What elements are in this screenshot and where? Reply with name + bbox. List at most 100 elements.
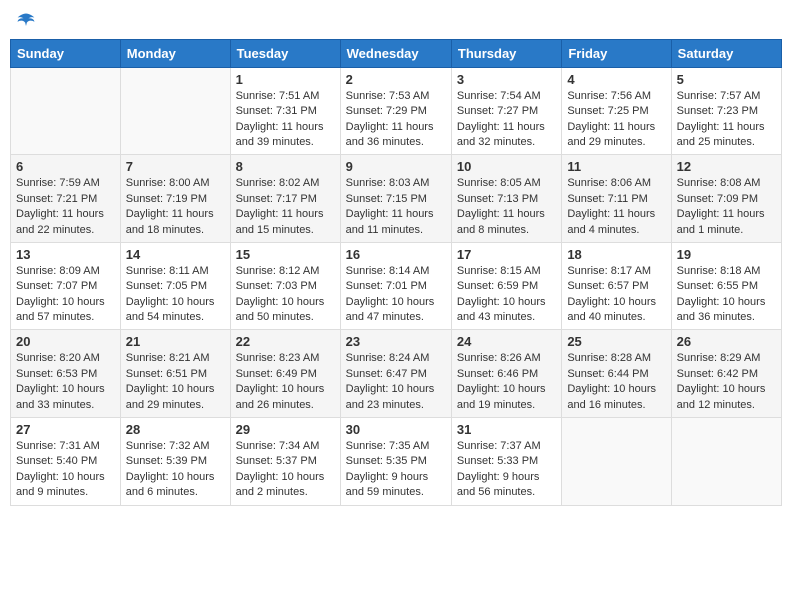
day-number: 24 [457,334,556,349]
day-number: 20 [16,334,115,349]
calendar-cell: 19 Sunrise: 8:18 AM Sunset: 6:55 PM Dayli… [671,242,781,330]
calendar-week-row: 27 Sunrise: 7:31 AM Sunset: 5:40 PM Dayli… [11,418,782,506]
weekday-header-saturday: Saturday [671,39,781,67]
weekday-header-row: SundayMondayTuesdayWednesdayThursdayFrid… [11,39,782,67]
calendar-table: SundayMondayTuesdayWednesdayThursdayFrid… [10,39,782,506]
day-number: 28 [126,422,225,437]
day-info: Sunrise: 7:31 AM Sunset: 5:40 PM Dayligh… [16,439,115,501]
day-number: 27 [16,422,115,437]
day-number: 4 [567,72,665,87]
day-info: Sunrise: 8:28 AM Sunset: 6:44 PM Dayligh… [567,351,665,413]
calendar-cell: 22 Sunrise: 8:23 AM Sunset: 6:49 PM Dayli… [230,330,340,418]
calendar-cell: 21 Sunrise: 8:21 AM Sunset: 6:51 PM Dayli… [120,330,230,418]
calendar-cell: 10 Sunrise: 8:05 AM Sunset: 7:13 PM Dayli… [451,155,561,243]
page-header [10,10,782,31]
calendar-cell: 9 Sunrise: 8:03 AM Sunset: 7:15 PM Daylig… [340,155,451,243]
day-number: 7 [126,159,225,174]
calendar-cell: 2Sunrise: 7:53 AM Sunset: 7:29 PM Daylig… [340,67,451,155]
day-info: Sunrise: 8:05 AM Sunset: 7:13 PM Dayligh… [457,176,556,238]
calendar-cell: 7Sunrise: 8:00 AM Sunset: 7:19 PM Daylig… [120,155,230,243]
day-number: 25 [567,334,665,349]
day-info: Sunrise: 8:08 AM Sunset: 7:09 PM Dayligh… [677,176,776,238]
day-number: 11 [567,159,665,174]
calendar-cell: 14 Sunrise: 8:11 AM Sunset: 7:05 PM Dayli… [120,242,230,330]
calendar-cell: 24 Sunrise: 8:26 AM Sunset: 6:46 PM Dayli… [451,330,561,418]
day-info: Sunrise: 8:18 AM Sunset: 6:55 PM Dayligh… [677,264,776,326]
day-number: 5 [677,72,776,87]
day-info: Sunrise: 8:17 AM Sunset: 6:57 PM Dayligh… [567,264,665,326]
day-info: Sunrise: 8:23 AM Sunset: 6:49 PM Dayligh… [236,351,335,413]
day-number: 29 [236,422,335,437]
day-info: Sunrise: 7:56 AM Sunset: 7:25 PM Dayligh… [567,89,665,151]
calendar-cell: 16 Sunrise: 8:14 AM Sunset: 7:01 PM Dayli… [340,242,451,330]
weekday-header-sunday: Sunday [11,39,121,67]
day-number: 10 [457,159,556,174]
calendar-cell: 1Sunrise: 7:51 AM Sunset: 7:31 PM Daylig… [230,67,340,155]
day-info: Sunrise: 8:02 AM Sunset: 7:17 PM Dayligh… [236,176,335,238]
calendar-week-row: 1Sunrise: 7:51 AM Sunset: 7:31 PM Daylig… [11,67,782,155]
day-number: 9 [346,159,446,174]
weekday-header-monday: Monday [120,39,230,67]
day-info: Sunrise: 7:35 AM Sunset: 5:35 PM Dayligh… [346,439,446,501]
day-info: Sunrise: 7:37 AM Sunset: 5:33 PM Dayligh… [457,439,556,501]
day-info: Sunrise: 8:09 AM Sunset: 7:07 PM Dayligh… [16,264,115,326]
calendar-cell: 13 Sunrise: 8:09 AM Sunset: 7:07 PM Dayli… [11,242,121,330]
calendar-cell: 29 Sunrise: 7:34 AM Sunset: 5:37 PM Dayli… [230,418,340,506]
day-info: Sunrise: 8:26 AM Sunset: 6:46 PM Dayligh… [457,351,556,413]
day-number: 18 [567,247,665,262]
day-number: 23 [346,334,446,349]
day-number: 30 [346,422,446,437]
day-number: 16 [346,247,446,262]
day-number: 21 [126,334,225,349]
calendar-week-row: 13 Sunrise: 8:09 AM Sunset: 7:07 PM Dayli… [11,242,782,330]
day-number: 6 [16,159,115,174]
calendar-cell: 20 Sunrise: 8:20 AM Sunset: 6:53 PM Dayli… [11,330,121,418]
calendar-cell: 3 Sunrise: 7:54 AM Sunset: 7:27 PM Daylig… [451,67,561,155]
day-number: 2 [346,72,446,87]
calendar-cell: 4 Sunrise: 7:56 AM Sunset: 7:25 PM Daylig… [562,67,671,155]
calendar-cell: 18 Sunrise: 8:17 AM Sunset: 6:57 PM Dayli… [562,242,671,330]
calendar-cell: 15 Sunrise: 8:12 AM Sunset: 7:03 PM Dayli… [230,242,340,330]
day-info: Sunrise: 7:59 AM Sunset: 7:21 PM Dayligh… [16,176,115,238]
day-info: Sunrise: 7:57 AM Sunset: 7:23 PM Dayligh… [677,89,776,151]
calendar-week-row: 20 Sunrise: 8:20 AM Sunset: 6:53 PM Dayli… [11,330,782,418]
day-number: 19 [677,247,776,262]
day-number: 3 [457,72,556,87]
calendar-cell: 23 Sunrise: 8:24 AM Sunset: 6:47 PM Dayli… [340,330,451,418]
calendar-cell [11,67,121,155]
day-number: 31 [457,422,556,437]
day-number: 14 [126,247,225,262]
day-info: Sunrise: 8:29 AM Sunset: 6:42 PM Dayligh… [677,351,776,413]
day-info: Sunrise: 8:06 AM Sunset: 7:11 PM Dayligh… [567,176,665,238]
calendar-cell: 17 Sunrise: 8:15 AM Sunset: 6:59 PM Dayli… [451,242,561,330]
calendar-cell [562,418,671,506]
day-info: Sunrise: 7:51 AM Sunset: 7:31 PM Dayligh… [236,89,335,151]
calendar-cell [120,67,230,155]
calendar-cell: 6 Sunrise: 7:59 AM Sunset: 7:21 PM Daylig… [11,155,121,243]
day-info: Sunrise: 7:54 AM Sunset: 7:27 PM Dayligh… [457,89,556,151]
day-number: 26 [677,334,776,349]
day-info: Sunrise: 8:12 AM Sunset: 7:03 PM Dayligh… [236,264,335,326]
day-number: 13 [16,247,115,262]
day-info: Sunrise: 7:34 AM Sunset: 5:37 PM Dayligh… [236,439,335,501]
weekday-header-thursday: Thursday [451,39,561,67]
calendar-cell: 11 Sunrise: 8:06 AM Sunset: 7:11 PM Dayli… [562,155,671,243]
day-info: Sunrise: 7:32 AM Sunset: 5:39 PM Dayligh… [126,439,225,501]
weekday-header-friday: Friday [562,39,671,67]
day-info: Sunrise: 8:11 AM Sunset: 7:05 PM Dayligh… [126,264,225,326]
day-number: 15 [236,247,335,262]
day-number: 17 [457,247,556,262]
calendar-cell: 31 Sunrise: 7:37 AM Sunset: 5:33 PM Dayli… [451,418,561,506]
day-info: Sunrise: 8:20 AM Sunset: 6:53 PM Dayligh… [16,351,115,413]
day-info: Sunrise: 8:24 AM Sunset: 6:47 PM Dayligh… [346,351,446,413]
calendar-cell: 27 Sunrise: 7:31 AM Sunset: 5:40 PM Dayli… [11,418,121,506]
day-info: Sunrise: 8:14 AM Sunset: 7:01 PM Dayligh… [346,264,446,326]
weekday-header-tuesday: Tuesday [230,39,340,67]
day-info: Sunrise: 8:21 AM Sunset: 6:51 PM Dayligh… [126,351,225,413]
logo [14,10,36,31]
day-number: 22 [236,334,335,349]
day-info: Sunrise: 8:03 AM Sunset: 7:15 PM Dayligh… [346,176,446,238]
calendar-cell: 30 Sunrise: 7:35 AM Sunset: 5:35 PM Dayli… [340,418,451,506]
day-info: Sunrise: 8:15 AM Sunset: 6:59 PM Dayligh… [457,264,556,326]
calendar-cell: 28 Sunrise: 7:32 AM Sunset: 5:39 PM Dayli… [120,418,230,506]
